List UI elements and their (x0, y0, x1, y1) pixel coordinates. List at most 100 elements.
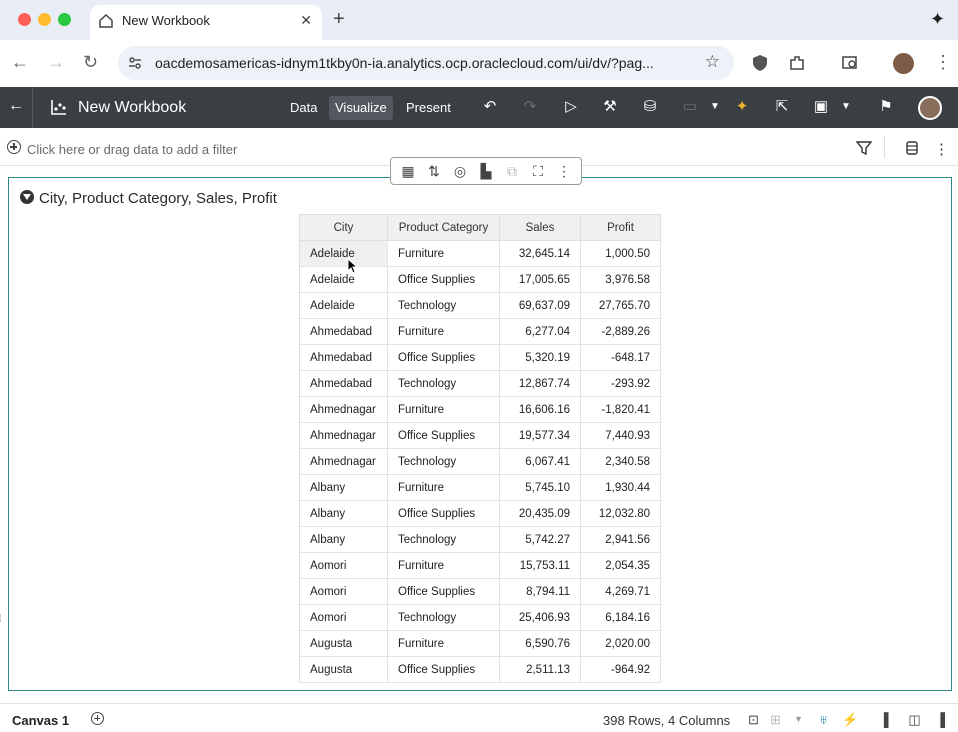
data-table[interactable]: City Product Category Sales Profit Adela… (299, 214, 661, 683)
tab-present[interactable]: Present (400, 96, 457, 120)
table-row[interactable]: Aomori Office Supplies 8,794.11 4,269.71 (299, 578, 661, 605)
table-row[interactable]: Ahmedabad Furniture 6,277.04 -2,889.26 (299, 318, 661, 345)
cell-sales[interactable]: 32,645.14 (499, 240, 581, 267)
table-row[interactable]: Ahmednagar Office Supplies 19,577.34 7,440.… (299, 422, 661, 449)
brush-icon[interactable]: ♅ (816, 712, 831, 727)
cell-city[interactable]: Aomori (299, 552, 388, 579)
cell-profit[interactable]: 12,032.80 (580, 500, 661, 527)
cell-city[interactable]: Ahmednagar (299, 448, 388, 475)
browser-tab-active[interactable]: New Workbook ✕ (90, 5, 322, 40)
profile-avatar[interactable] (893, 53, 914, 74)
table-row[interactable]: Albany Office Supplies 20,435.09 12,032.80 (299, 500, 661, 527)
cell-product-category[interactable]: Technology (387, 292, 500, 319)
cell-product-category[interactable]: Office Supplies (387, 266, 500, 293)
cell-product-category[interactable]: Technology (387, 604, 500, 631)
filter-menu-icon[interactable]: ⋮ (934, 140, 949, 158)
cell-city[interactable]: Ahmedabad (299, 370, 388, 397)
cell-sales[interactable]: 16,606.16 (499, 396, 581, 423)
bookmark-icon[interactable]: ⚑ (877, 98, 895, 116)
cell-sales[interactable]: 6,277.04 (499, 318, 581, 345)
split-panel-icon[interactable]: ◫ (907, 712, 922, 727)
grammar-icon[interactable]: ▦ (400, 163, 416, 179)
table-row[interactable]: Ahmedabad Office Supplies 5,320.19 -648.17 (299, 344, 661, 371)
resize-handle[interactable]: ⁞ (0, 614, 5, 630)
table-row[interactable]: Aomori Technology 25,406.93 6,184.16 (299, 604, 661, 631)
tools-icon[interactable]: ⚒ (601, 98, 619, 116)
back-icon[interactable]: ← (11, 52, 29, 72)
cell-city[interactable]: Ahmednagar (299, 422, 388, 449)
preview-play-icon[interactable]: ▷ (562, 98, 580, 116)
table-row[interactable]: Ahmedabad Technology 12,867.74 -293.92 (299, 370, 661, 397)
layout-dropdown-icon[interactable]: ▼ (791, 712, 806, 727)
address-bar[interactable]: oacdemosamericas-idnym1tkby0n-ia.analyti… (118, 46, 734, 80)
auto-insights-icon[interactable]: ✦ (733, 98, 751, 116)
cell-profit[interactable]: 6,184.16 (580, 604, 661, 631)
cell-product-category[interactable]: Office Supplies (387, 656, 500, 683)
cell-product-category[interactable]: Furniture (387, 240, 500, 267)
table-row[interactable]: Augusta Furniture 6,590.76 2,020.00 (299, 630, 661, 657)
export-icon[interactable]: ⇱ (773, 98, 791, 116)
window-minimize-button[interactable] (38, 13, 51, 26)
cell-sales[interactable]: 5,745.10 (499, 474, 581, 501)
site-info-icon[interactable] (127, 55, 143, 71)
new-tab-button[interactable]: + (333, 8, 345, 30)
comment-dropdown-icon[interactable]: ▼ (706, 98, 724, 116)
comment-icon[interactable]: ▭ (681, 98, 699, 116)
grammar-panel-icon[interactable] (904, 140, 920, 156)
add-filter-icon[interactable] (7, 140, 21, 154)
cell-sales[interactable]: 19,577.34 (499, 422, 581, 449)
cell-city[interactable]: Ahmednagar (299, 396, 388, 423)
cell-city[interactable]: Ahmedabad (299, 344, 388, 371)
cell-sales[interactable]: 5,320.19 (499, 344, 581, 371)
cell-profit[interactable]: 7,440.93 (580, 422, 661, 449)
cell-product-category[interactable]: Office Supplies (387, 500, 500, 527)
more-options-icon[interactable]: ⋮ (556, 163, 572, 179)
save-dropdown-icon[interactable]: ▼ (837, 98, 855, 116)
redo-icon[interactable]: ↷ (521, 98, 539, 116)
close-tab-icon[interactable]: ✕ (300, 12, 312, 29)
cell-city[interactable]: Augusta (299, 630, 388, 657)
extensions-icon[interactable] (788, 54, 806, 72)
tab-visualize[interactable]: Visualize (329, 96, 393, 120)
cell-product-category[interactable]: Technology (387, 448, 500, 475)
cell-profit[interactable]: 27,765.70 (580, 292, 661, 319)
cell-profit[interactable]: -964.92 (580, 656, 661, 683)
viz-canvas[interactable]: City, Product Category, Sales, Profit Ci… (0, 177, 952, 691)
table-row[interactable]: Ahmednagar Furniture 16,606.16 -1,820.41 (299, 396, 661, 423)
cell-product-category[interactable]: Furniture (387, 474, 500, 501)
cell-city[interactable]: Aomori (299, 604, 388, 631)
cell-product-category[interactable]: Furniture (387, 552, 500, 579)
cell-profit[interactable]: 1,930.44 (580, 474, 661, 501)
table-row[interactable]: Aomori Furniture 15,753.11 2,054.35 (299, 552, 661, 579)
cell-profit[interactable]: -648.17 (580, 344, 661, 371)
canvas-properties-icon[interactable]: ⊡ (746, 712, 761, 727)
undo-icon[interactable]: ↶ (481, 98, 499, 116)
cell-sales[interactable]: 8,794.11 (499, 578, 581, 605)
cell-sales[interactable]: 2,511.13 (499, 656, 581, 683)
column-header-sales[interactable]: Sales (499, 214, 581, 241)
auto-apply-icon[interactable]: ⚡ (842, 712, 858, 727)
cell-sales[interactable]: 6,067.41 (499, 448, 581, 475)
bookmark-star-icon[interactable]: ☆ (705, 52, 720, 72)
cell-sales[interactable]: 15,753.11 (499, 552, 581, 579)
chart-type-icon[interactable]: ▙ (478, 163, 494, 179)
table-row[interactable]: Augusta Office Supplies 2,511.13 -964.92 (299, 656, 661, 683)
cell-profit[interactable]: 2,941.56 (580, 526, 661, 553)
cell-city[interactable]: Albany (299, 526, 388, 553)
cell-sales[interactable]: 6,590.76 (499, 630, 581, 657)
cell-sales[interactable]: 5,742.27 (499, 526, 581, 553)
filter-hint[interactable]: Click here or drag data to add a filter (27, 142, 237, 157)
cell-product-category[interactable]: Office Supplies (387, 344, 500, 371)
tab-data[interactable]: Data (284, 96, 323, 120)
cell-sales[interactable]: 20,435.09 (499, 500, 581, 527)
refresh-data-icon[interactable]: ⛁ (641, 98, 659, 116)
cell-profit[interactable]: -1,820.41 (580, 396, 661, 423)
browser-menu-icon[interactable]: ⋮ (934, 52, 952, 72)
add-canvas-icon[interactable] (91, 712, 104, 725)
cell-city[interactable]: Adelaide (299, 240, 388, 267)
cell-product-category[interactable]: Furniture (387, 396, 500, 423)
cell-profit[interactable]: 2,340.58 (580, 448, 661, 475)
user-avatar[interactable] (918, 96, 942, 120)
cell-city[interactable]: Adelaide (299, 292, 388, 319)
cell-city[interactable]: Adelaide (299, 266, 388, 293)
